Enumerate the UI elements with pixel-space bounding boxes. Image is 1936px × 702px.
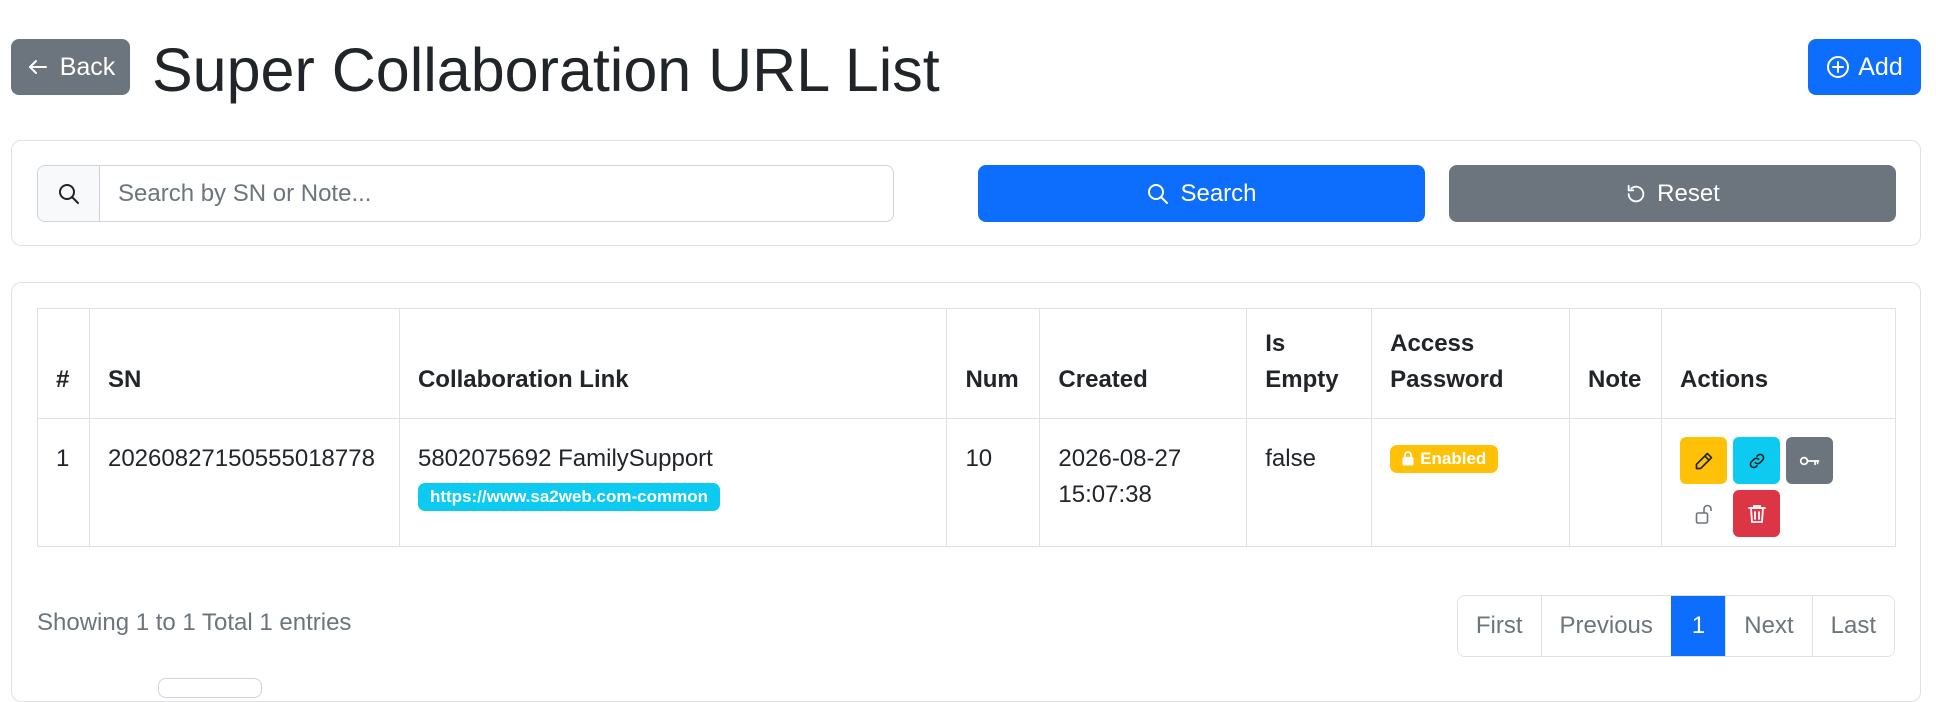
link-url-badge[interactable]: https://www.sa2web.com-common bbox=[417, 483, 720, 511]
column-header-actions: Actions bbox=[1661, 308, 1896, 419]
column-header-created: Created bbox=[1039, 308, 1248, 419]
column-header-sn: SN bbox=[88, 308, 400, 419]
reset-button[interactable]: Reset bbox=[1449, 165, 1896, 222]
page-current[interactable]: 1 bbox=[1670, 596, 1726, 656]
edit-button[interactable] bbox=[1680, 437, 1728, 484]
add-button[interactable]: Add bbox=[1808, 39, 1921, 95]
cell-num: 10 bbox=[946, 418, 1041, 547]
set-password-button[interactable] bbox=[1786, 437, 1834, 484]
column-header-note: Note bbox=[1569, 308, 1663, 419]
column-header-is-empty: Is Empty bbox=[1246, 308, 1373, 419]
cell-note bbox=[1569, 418, 1663, 547]
url-table: # SN Collaboration Link Num Created Is E… bbox=[37, 308, 1896, 547]
search-icon bbox=[38, 166, 100, 221]
page-last[interactable]: Last bbox=[1811, 596, 1894, 656]
remove-password-button[interactable] bbox=[1680, 490, 1727, 537]
column-header-num: Num bbox=[946, 308, 1041, 419]
search-icon bbox=[1146, 182, 1170, 206]
search-button-label: Search bbox=[1180, 179, 1257, 207]
refresh-icon bbox=[1625, 183, 1647, 205]
pagination: First Previous 1 Next Last bbox=[1456, 595, 1895, 657]
delete-button[interactable] bbox=[1733, 490, 1781, 537]
cell-actions bbox=[1661, 418, 1896, 547]
password-status-label: Enabled bbox=[1420, 448, 1487, 468]
plus-circle-icon bbox=[1826, 55, 1850, 79]
link-icon bbox=[1747, 451, 1767, 471]
page-next[interactable]: Next bbox=[1725, 596, 1812, 656]
back-button[interactable]: Back bbox=[11, 39, 130, 95]
cell-is-empty: false bbox=[1246, 418, 1373, 547]
row-actions bbox=[1680, 437, 1840, 537]
cell-created: 2026-08-27 15:07:38 bbox=[1039, 418, 1248, 547]
arrow-left-icon bbox=[26, 55, 50, 79]
unlock-icon bbox=[1695, 503, 1713, 525]
trash-icon bbox=[1747, 504, 1766, 524]
page-title: Super Collaboration URL List bbox=[152, 36, 940, 104]
column-header-index: # bbox=[37, 308, 90, 419]
cell-access-password: Enabled bbox=[1371, 418, 1571, 547]
key-icon bbox=[1799, 451, 1821, 471]
cell-sn: 20260827150555018778 bbox=[88, 418, 400, 547]
lock-icon bbox=[1402, 451, 1414, 466]
copy-link-button[interactable] bbox=[1733, 437, 1781, 484]
page-first[interactable]: First bbox=[1457, 596, 1541, 656]
column-header-link: Collaboration Link bbox=[398, 308, 948, 419]
pencil-icon bbox=[1694, 451, 1714, 471]
cell-link: 5802075692 FamilySupport https://www.sa2… bbox=[398, 418, 948, 547]
reset-button-label: Reset bbox=[1657, 179, 1720, 207]
page-size-select[interactable] bbox=[158, 678, 262, 698]
table-card: # SN Collaboration Link Num Created Is E… bbox=[11, 282, 1921, 702]
search-card: Search Reset bbox=[11, 140, 1921, 246]
search-button[interactable]: Search bbox=[978, 165, 1425, 222]
link-name: 5802075692 FamilySupport bbox=[417, 445, 713, 472]
page-header: Back Super Collaboration URL List Add bbox=[0, 0, 1936, 135]
page-previous[interactable]: Previous bbox=[1540, 596, 1671, 656]
password-status-badge: Enabled bbox=[1390, 444, 1499, 473]
back-button-label: Back bbox=[59, 52, 116, 81]
table-row: 1 20260827150555018778 5802075692 Family… bbox=[37, 418, 1896, 547]
table-header-row: # SN Collaboration Link Num Created Is E… bbox=[37, 308, 1896, 419]
cell-index: 1 bbox=[37, 418, 90, 547]
add-button-label: Add bbox=[1858, 52, 1903, 81]
search-input-group bbox=[37, 165, 894, 222]
column-header-access-password: Access Password bbox=[1371, 308, 1571, 419]
entries-info: Showing 1 to 1 Total 1 entries bbox=[37, 609, 352, 636]
search-input[interactable] bbox=[100, 166, 893, 221]
